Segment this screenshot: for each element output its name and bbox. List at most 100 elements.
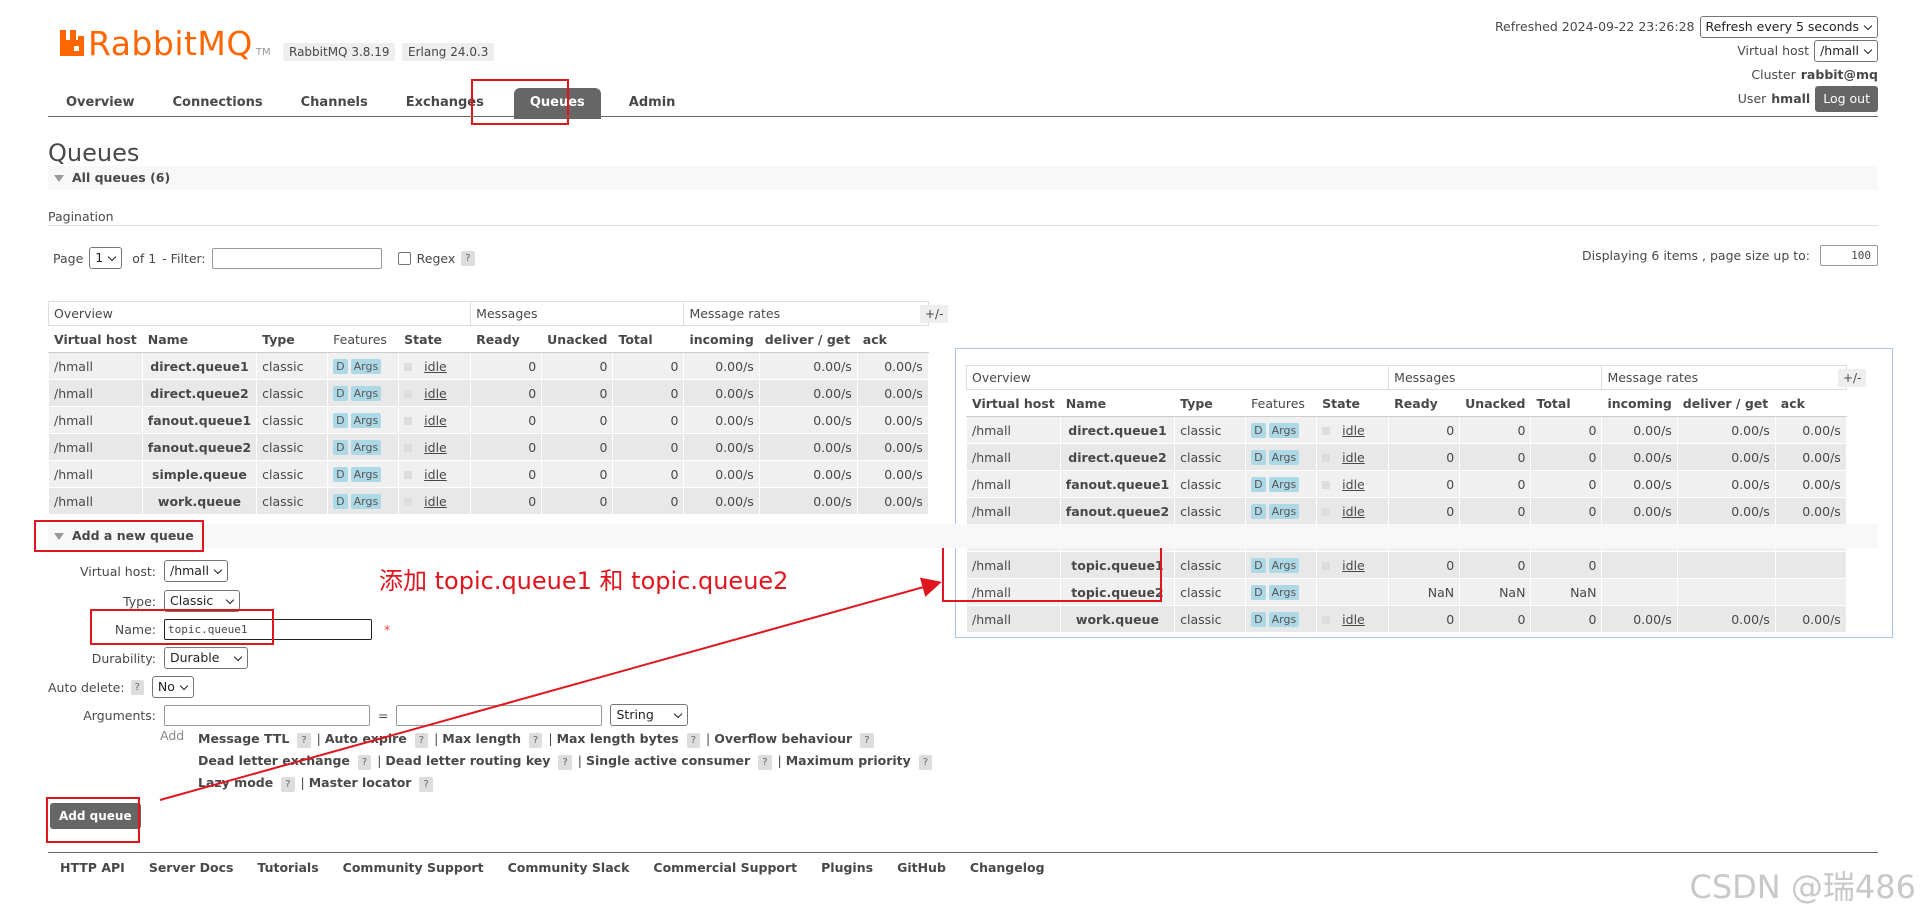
footer-link[interactable]: HTTP API [60,860,125,875]
col-name[interactable]: Name [141,325,258,353]
argument-help-icon[interactable]: ? [758,755,772,770]
cell-ready: 0 [470,379,543,407]
refreshed-label: Refreshed 2024-09-22 23:26:28 [1494,19,1695,34]
argument-shortcut-link[interactable]: Max length bytes [557,731,679,746]
col-type[interactable]: Type [256,325,329,353]
table-row[interactable]: /hmallsimple.queueclassicDArgsidle0000.0… [48,460,929,488]
argument-help-icon[interactable]: ? [297,733,311,748]
refresh-select[interactable]: Refresh every 5 seconds [1699,16,1878,38]
footer-link[interactable]: Commercial Support [653,860,797,875]
rabbitmq-logo[interactable]: RabbitMQ TM [58,22,271,62]
columns-toggle-button[interactable]: +/- [920,305,949,323]
table-row[interactable]: /hmall fanout.queue1 classic D Args idle 0 0 0 0.… [48,406,929,434]
cell-queue-name[interactable]: direct.queue1 [141,352,258,380]
footer-link[interactable]: Community Slack [508,860,630,875]
argument-key-input[interactable] [164,704,370,726]
table-row[interactable]: /hmall fanout.queue2 classic D Args idle 0 0 0 0.… [48,433,929,461]
argument-help-icon[interactable]: ? [529,733,543,748]
footer-link[interactable]: Plugins [821,860,873,875]
argument-help-icon[interactable]: ? [414,733,429,748]
tab-connections[interactable]: Connections [155,88,281,119]
col-state[interactable]: State [398,325,472,353]
cell-state: idle [1316,605,1390,633]
argument-shortcut-link[interactable]: Dead letter exchange [198,753,350,768]
page-size-input[interactable]: 100 [1820,245,1878,266]
cell-state: idle [398,379,472,407]
argument-type-select[interactable]: String [610,704,689,726]
argument-shortcut-link[interactable]: Single active consumer [586,753,750,768]
argument-help-icon[interactable]: ? [860,733,874,748]
col-unacked[interactable]: Unacked [541,325,614,353]
cell-type: classic [256,406,329,434]
table-row[interactable]: /hmall direct.queue2 classic D Args idle 0 0 0 0.… [48,379,929,407]
argument-shortcut-link[interactable]: Overflow behaviour [714,731,852,746]
vhost-label: Virtual host [1737,43,1810,58]
cell-features: DArgs [1245,497,1318,525]
state-label: idle [1342,557,1365,573]
tab-overview[interactable]: Overview [48,88,153,119]
add-queue-section-toggle[interactable]: Add a new queue [48,524,1878,548]
autodelete-help-icon[interactable]: ? [130,679,144,695]
cell-queue-name[interactable]: fanout.queue2 [141,433,258,461]
filter-input[interactable] [211,247,382,269]
col-state: State [1316,389,1390,417]
all-queues-section-toggle[interactable]: All queues (6) [48,166,1878,190]
col-features[interactable]: Features [327,325,400,353]
tab-admin[interactable]: Admin [611,88,694,119]
table-row[interactable]: /hmall direct.queue1 classic D Args idle 0 0 0 0.… [48,352,929,380]
cell-deliver-get: 0.00/s [758,433,858,461]
table-row[interactable]: /hmall fanout.queue2 classic D Args idle 0 0 0 0.… [966,497,1847,525]
footer-link[interactable]: GitHub [897,860,946,875]
vhost-select[interactable]: /hmall [1814,40,1878,62]
cell-queue-name[interactable]: direct.queue2 [141,379,258,407]
table-row[interactable]: /hmall fanout.queue1 classic D Args idle 0 0 0 0.… [966,470,1847,498]
argument-shortcut-link[interactable]: Auto expire [325,731,407,746]
table-row[interactable]: /hmall direct.queue1 classic D Args idle 0 0 0 0.… [966,416,1847,444]
argument-help-icon[interactable]: ? [357,755,372,770]
table-row[interactable]: /hmall direct.queue2 classic D Args idle 0 0 0 0.… [966,443,1847,471]
argument-shortcut-link[interactable]: Maximum priority [786,753,911,768]
argument-shortcut-link[interactable]: Master locator [309,775,412,790]
argument-shortcut-link[interactable]: Lazy mode [198,775,273,790]
form-durability-select[interactable]: Durable [164,647,248,669]
col-deliver-get[interactable]: deliver / get [758,325,858,353]
cell-state: idle [398,460,472,488]
argument-help-icon[interactable]: ? [686,733,700,748]
argument-value-input[interactable] [396,704,603,726]
page-select[interactable]: 1 [89,247,123,269]
form-autodelete-select[interactable]: No [151,676,194,698]
regex-help-icon[interactable]: ? [461,250,475,266]
form-vhost-select[interactable]: /hmall [164,560,228,582]
col-ready[interactable]: Ready [470,325,543,353]
tab-channels[interactable]: Channels [283,88,386,119]
cell-queue-name[interactable]: fanout.queue1 [141,406,258,434]
col-ack[interactable]: ack [856,325,929,353]
cell-queue-name[interactable]: work.queue [141,487,258,515]
argument-help-icon[interactable]: ? [419,777,433,792]
footer-link[interactable]: Changelog [970,860,1045,875]
cell-type: classic [1174,443,1247,471]
argument-shortcut-link[interactable]: Dead letter routing key [385,753,550,768]
cell-deliver-get: 0.00/s [758,406,858,434]
argument-help-icon[interactable]: ? [558,755,572,770]
cell-features: DArgs [327,379,400,407]
table-row[interactable]: /hmall work.queue classic D Args idle 0 0 0 0.00/… [48,487,929,515]
argument-shortcut-link[interactable]: Max length [442,731,521,746]
cell-unacked: 0 [541,379,614,407]
regex-checkbox[interactable] [397,251,411,265]
footer-link[interactable]: Community Support [343,860,484,875]
state-idle-icon [1322,562,1331,570]
state-label: idle [1342,503,1365,519]
argument-help-icon[interactable]: ? [281,777,295,792]
col-virtual-host[interactable]: Virtual host [48,325,143,353]
logout-button[interactable]: Log out [1815,86,1878,112]
argument-help-icon[interactable]: ? [918,755,933,770]
cell-features: DArgs [1245,578,1318,606]
footer-link[interactable]: Server Docs [149,860,234,875]
col-total[interactable]: Total [612,325,685,353]
footer-link[interactable]: Tutorials [257,860,318,875]
table-row[interactable]: /hmall work.queue classic D Args idle 0 0 0 0.00/… [966,605,1847,633]
argument-shortcut-link[interactable]: Message TTL [198,731,289,746]
col-incoming[interactable]: incoming [683,325,760,353]
cell-queue-name[interactable]: simple.queue [141,460,258,488]
